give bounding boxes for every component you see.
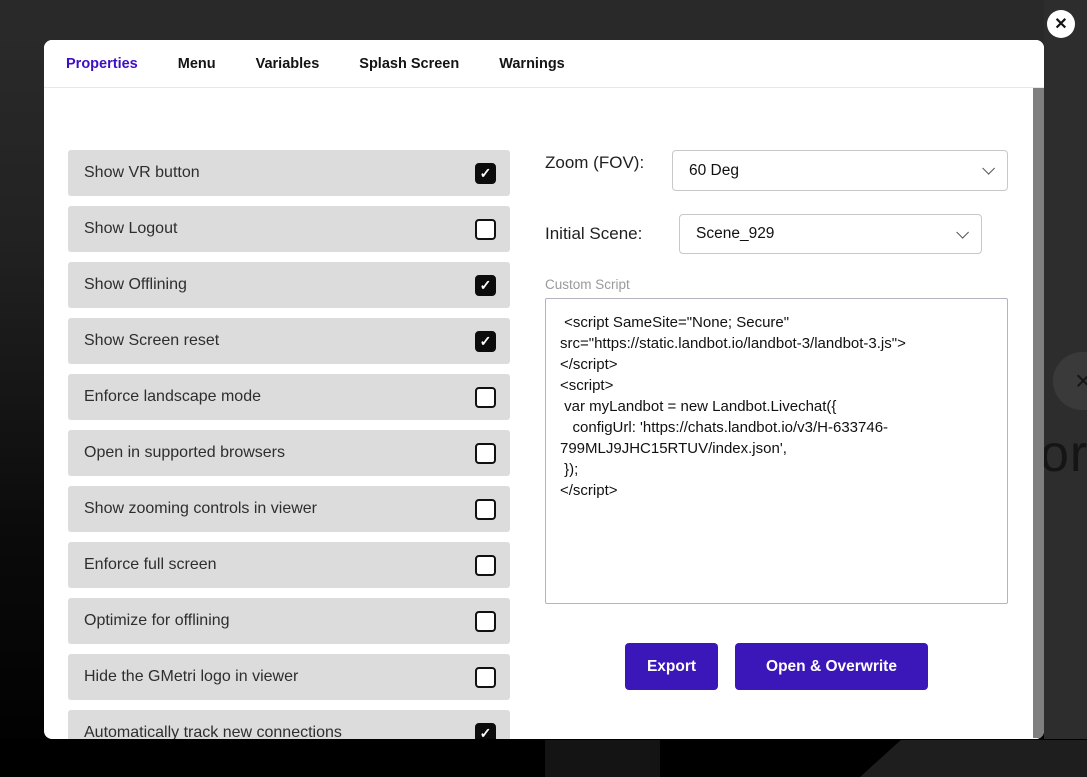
setting-label: Show Logout bbox=[84, 220, 177, 238]
tab-properties[interactable]: Properties bbox=[66, 56, 138, 72]
tab-menu[interactable]: Menu bbox=[178, 56, 216, 72]
properties-column: Zoom (FOV): 60 Deg Initial Scene: Scene_… bbox=[545, 150, 1008, 738]
setting-label: Show zooming controls in viewer bbox=[84, 500, 317, 518]
setting-label: Enforce full screen bbox=[84, 556, 217, 574]
checkmark-icon: ✓ bbox=[480, 166, 492, 180]
backdrop-right-strip: × orm bbox=[1044, 0, 1087, 740]
experience-settings-modal: Properties Menu Variables Splash Screen Warn… bbox=[44, 40, 1044, 739]
setting-row[interactable]: Optimize for offlining ✓ bbox=[68, 598, 510, 644]
setting-checkbox[interactable]: ✓ bbox=[475, 499, 496, 520]
background-partial-text: orm bbox=[1044, 424, 1087, 484]
setting-row[interactable]: Show zooming controls in viewer ✓ bbox=[68, 486, 510, 532]
setting-row[interactable]: Open in supported browsers ✓ bbox=[68, 430, 510, 476]
zoom-fov-label: Zoom (FOV): bbox=[545, 150, 672, 173]
tab-variables[interactable]: Variables bbox=[256, 56, 320, 72]
setting-checkbox[interactable]: ✓ bbox=[475, 163, 496, 184]
setting-checkbox[interactable]: ✓ bbox=[475, 331, 496, 352]
setting-row[interactable]: Show Logout ✓ bbox=[68, 206, 510, 252]
checkmark-icon: ✓ bbox=[480, 334, 492, 348]
settings-checkbox-list: Show VR button ✓ Show Logout ✓ Show Offl… bbox=[68, 150, 510, 738]
custom-script-label: Custom Script bbox=[545, 277, 1008, 292]
setting-checkbox[interactable]: ✓ bbox=[475, 611, 496, 632]
background-partial-close-pill: × bbox=[1053, 352, 1087, 410]
initial-scene-field: Initial Scene: Scene_929 bbox=[545, 214, 1008, 254]
modal-scrollbar[interactable] bbox=[1033, 88, 1044, 738]
modal-actions: Export Open & Overwrite bbox=[625, 643, 1008, 690]
setting-row[interactable]: Show Screen reset ✓ bbox=[68, 318, 510, 364]
settings-tab-bar: Properties Menu Variables Splash Screen Warn… bbox=[44, 40, 1044, 88]
setting-checkbox[interactable]: ✓ bbox=[475, 723, 496, 740]
setting-checkbox[interactable]: ✓ bbox=[475, 555, 496, 576]
tab-warnings[interactable]: Warnings bbox=[499, 56, 565, 72]
setting-label: Enforce landscape mode bbox=[84, 388, 261, 406]
setting-label: Show VR button bbox=[84, 164, 200, 182]
zoom-fov-value: 60 Deg bbox=[689, 162, 739, 180]
close-button[interactable]: ✕ bbox=[1047, 10, 1075, 38]
initial-scene-value: Scene_929 bbox=[696, 225, 774, 243]
setting-row[interactable]: Automatically track new connections ✓ bbox=[68, 710, 510, 739]
setting-row[interactable]: Show VR button ✓ bbox=[68, 150, 510, 196]
chevron-down-icon bbox=[982, 162, 995, 175]
export-button[interactable]: Export bbox=[625, 643, 718, 690]
setting-row[interactable]: Show Offlining ✓ bbox=[68, 262, 510, 308]
open-overwrite-button[interactable]: Open & Overwrite bbox=[735, 643, 928, 690]
zoom-fov-field: Zoom (FOV): 60 Deg bbox=[545, 150, 1008, 191]
setting-label: Show Screen reset bbox=[84, 332, 219, 350]
setting-row[interactable]: Enforce full screen ✓ bbox=[68, 542, 510, 588]
tab-splash-screen[interactable]: Splash Screen bbox=[359, 56, 459, 72]
setting-checkbox[interactable]: ✓ bbox=[475, 219, 496, 240]
setting-checkbox[interactable]: ✓ bbox=[475, 387, 496, 408]
zoom-fov-dropdown[interactable]: 60 Deg bbox=[672, 150, 1008, 191]
checkmark-icon: ✓ bbox=[480, 726, 492, 739]
checkmark-icon: ✓ bbox=[480, 278, 492, 292]
setting-label: Optimize for offlining bbox=[84, 612, 230, 630]
custom-script-input[interactable]: <script SameSite="None; Secure" src="htt… bbox=[545, 298, 1008, 604]
close-icon: ✕ bbox=[1054, 14, 1067, 34]
setting-checkbox[interactable]: ✓ bbox=[475, 443, 496, 464]
setting-label: Show Offlining bbox=[84, 276, 187, 294]
setting-checkbox[interactable]: ✓ bbox=[475, 667, 496, 688]
setting-label: Hide the GMetri logo in viewer bbox=[84, 668, 298, 686]
initial-scene-dropdown[interactable]: Scene_929 bbox=[679, 214, 982, 254]
setting-label: Automatically track new connections bbox=[84, 724, 342, 739]
background-close-icon: × bbox=[1075, 365, 1087, 397]
setting-label: Open in supported browsers bbox=[84, 444, 285, 462]
backdrop-floor-shadow bbox=[545, 740, 660, 777]
setting-row[interactable]: Hide the GMetri logo in viewer ✓ bbox=[68, 654, 510, 700]
backdrop-top-strip bbox=[0, 0, 1087, 40]
chevron-down-icon bbox=[956, 226, 969, 239]
setting-checkbox[interactable]: ✓ bbox=[475, 275, 496, 296]
initial-scene-label: Initial Scene: bbox=[545, 223, 679, 244]
settings-modal-body: Show VR button ✓ Show Logout ✓ Show Offl… bbox=[44, 88, 1044, 738]
setting-row[interactable]: Enforce landscape mode ✓ bbox=[68, 374, 510, 420]
